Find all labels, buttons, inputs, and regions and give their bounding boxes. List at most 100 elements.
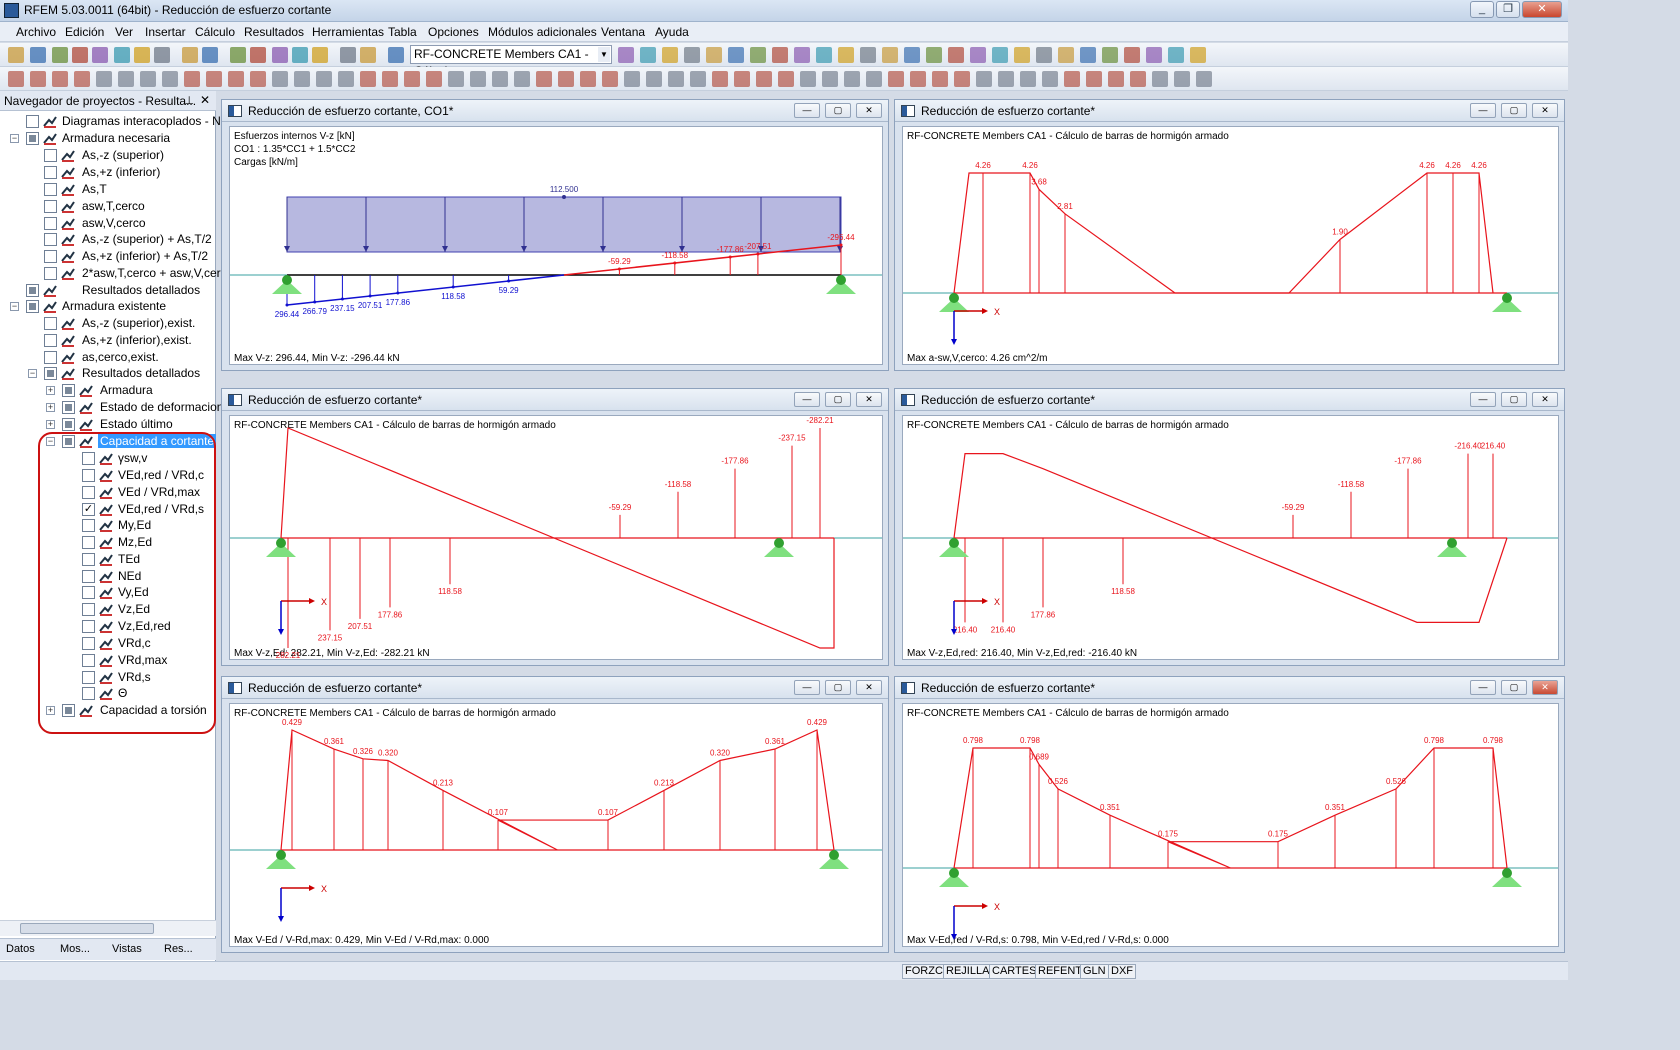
toolbar-button-icon[interactable] [888, 71, 904, 87]
close-icon[interactable]: ✕ [856, 680, 882, 695]
toolbar-button-icon[interactable] [904, 47, 920, 63]
expander-icon[interactable]: + [46, 403, 55, 412]
toolbar-button-icon[interactable] [970, 47, 986, 63]
close-icon[interactable]: ✕ [1532, 680, 1558, 695]
toolbar-button-icon[interactable] [134, 47, 150, 63]
toolbar-button-icon[interactable] [1020, 71, 1036, 87]
checkbox[interactable] [44, 183, 57, 196]
diagram-canvas[interactable]: RF-CONCRETE Members CA1 - Cálculo de bar… [902, 126, 1559, 365]
menu-insertar[interactable]: Insertar [145, 25, 186, 39]
tree-item[interactable]: As,+z (inferior) + As,T/2 [0, 249, 216, 266]
toolbar-button-icon[interactable] [404, 71, 420, 87]
maximize-icon[interactable]: ▢ [825, 680, 851, 695]
checkbox[interactable] [62, 401, 75, 414]
checkbox[interactable] [26, 115, 39, 128]
checkbox[interactable] [62, 418, 75, 431]
toolbar-button-icon[interactable] [294, 71, 310, 87]
minimize-button[interactable]: _ [1470, 1, 1494, 18]
toolbar-button-icon[interactable] [72, 47, 88, 63]
toolbar-button-icon[interactable] [1130, 71, 1146, 87]
tree-item[interactable]: as,cerco,exist. [0, 350, 216, 367]
diagram-canvas[interactable]: RF-CONCRETE Members CA1 - Cálculo de bar… [902, 415, 1559, 660]
toolbar-button-icon[interactable] [728, 47, 744, 63]
result-window[interactable]: Reducción de esfuerzo cortante* — ▢ ✕ RF-CON… [894, 676, 1565, 953]
checkbox[interactable] [62, 384, 75, 397]
result-window[interactable]: Reducción de esfuerzo cortante* — ▢ ✕ RF-CON… [894, 388, 1565, 666]
expander-icon[interactable]: − [10, 134, 19, 143]
toolbar-button-icon[interactable] [976, 71, 992, 87]
status-rejilla[interactable]: REJILLA [943, 964, 993, 979]
toolbar-button-icon[interactable] [1146, 47, 1162, 63]
menu-calculo[interactable]: Cálculo [195, 25, 235, 39]
toolbar-button-icon[interactable] [1080, 47, 1096, 63]
toolbar-button-icon[interactable] [1086, 71, 1102, 87]
toolbar-button-icon[interactable] [816, 47, 832, 63]
toolbar-button-icon[interactable] [618, 47, 634, 63]
checkbox[interactable] [44, 166, 57, 179]
toolbar-button-icon[interactable] [1058, 47, 1074, 63]
checkbox[interactable] [44, 250, 57, 263]
checkbox[interactable] [26, 300, 39, 313]
toolbar-button-icon[interactable] [470, 71, 486, 87]
tab-datos[interactable]: Datos [6, 943, 35, 955]
toolbar-button-icon[interactable] [162, 71, 178, 87]
toolbar-button-icon[interactable] [448, 71, 464, 87]
minimize-icon[interactable]: — [794, 680, 820, 695]
toolbar-button-icon[interactable] [624, 71, 640, 87]
toolbar-button-icon[interactable] [844, 71, 860, 87]
toolbar-button-icon[interactable] [712, 71, 728, 87]
toolbar-button-icon[interactable] [92, 47, 108, 63]
toolbar-button-icon[interactable] [292, 47, 308, 63]
toolbar-button-icon[interactable] [316, 71, 332, 87]
menu-opciones[interactable]: Opciones [428, 25, 479, 39]
scrollbar-thumb[interactable] [20, 923, 154, 934]
toolbar-button-icon[interactable] [756, 71, 772, 87]
status-dxf[interactable]: DXF [1108, 964, 1136, 979]
result-window[interactable]: Reducción de esfuerzo cortante, CO1* — ▢ ✕ E… [221, 99, 889, 371]
toolbar-button-icon[interactable] [1102, 47, 1118, 63]
tree-item[interactable]: − Armadura necesaria [0, 131, 216, 148]
checkbox[interactable] [44, 334, 57, 347]
toolbar-button-icon[interactable] [910, 71, 926, 87]
menu-edicion[interactable]: Edición [65, 25, 104, 39]
chevron-down-icon[interactable]: ▼ [598, 47, 610, 62]
checkbox[interactable] [44, 149, 57, 162]
close-icon[interactable]: ✕ [1532, 103, 1558, 118]
toolbar-button-icon[interactable] [1108, 71, 1124, 87]
toolbar-button-icon[interactable] [1196, 71, 1212, 87]
tree-item[interactable]: − Resultados detallados [0, 366, 216, 383]
maximize-icon[interactable]: ▢ [825, 392, 851, 407]
module-combo[interactable]: RF-CONCRETE Members CA1 - Cálculo ▼ [410, 45, 612, 78]
toolbar-button-icon[interactable] [1036, 47, 1052, 63]
expander-icon[interactable]: − [28, 369, 37, 378]
checkbox[interactable] [44, 233, 57, 246]
toolbar-button-icon[interactable] [184, 71, 200, 87]
toolbar-button-icon[interactable] [360, 71, 376, 87]
diagram-canvas[interactable]: RF-CONCRETE Members CA1 - Cálculo de bar… [229, 415, 883, 660]
toolbar-button-icon[interactable] [1124, 47, 1140, 63]
tree-item[interactable]: +Resultados detallados [0, 283, 216, 300]
toolbar-button-icon[interactable] [772, 47, 788, 63]
toolbar-button-icon[interactable] [794, 47, 810, 63]
toolbar-button-icon[interactable] [778, 71, 794, 87]
menu-herramientas[interactable]: Herramientas [312, 25, 384, 39]
tree-item[interactable]: − Armadura existente [0, 299, 216, 316]
toolbar-button-icon[interactable] [312, 47, 328, 63]
close-icon[interactable]: ✕ [1532, 392, 1558, 407]
toolbar-button-icon[interactable] [954, 71, 970, 87]
menu-modulos-adicionales[interactable]: Módulos adicionales [488, 25, 597, 39]
toolbar-button-icon[interactable] [30, 47, 46, 63]
minimize-icon[interactable]: — [1470, 680, 1496, 695]
checkbox[interactable] [44, 351, 57, 364]
toolbar-button-icon[interactable] [382, 71, 398, 87]
maximize-icon[interactable]: ▢ [1501, 680, 1527, 695]
diagram-canvas[interactable]: RF-CONCRETE Members CA1 - Cálculo de bar… [902, 703, 1559, 947]
toolbar-button-icon[interactable] [1014, 47, 1030, 63]
toolbar-button-icon[interactable] [1152, 71, 1168, 87]
tree-item[interactable]: As,-z (superior) + As,T/2 [0, 232, 216, 249]
maximize-icon[interactable]: ▢ [825, 103, 851, 118]
tree-item[interactable]: 2*asw,T,cerco + asw,V,cerco [0, 266, 233, 283]
toolbar-button-icon[interactable] [250, 47, 266, 63]
toolbar-button-icon[interactable] [558, 71, 574, 87]
tree-item[interactable]: Diagramas interacoplados - Nc [0, 114, 227, 131]
